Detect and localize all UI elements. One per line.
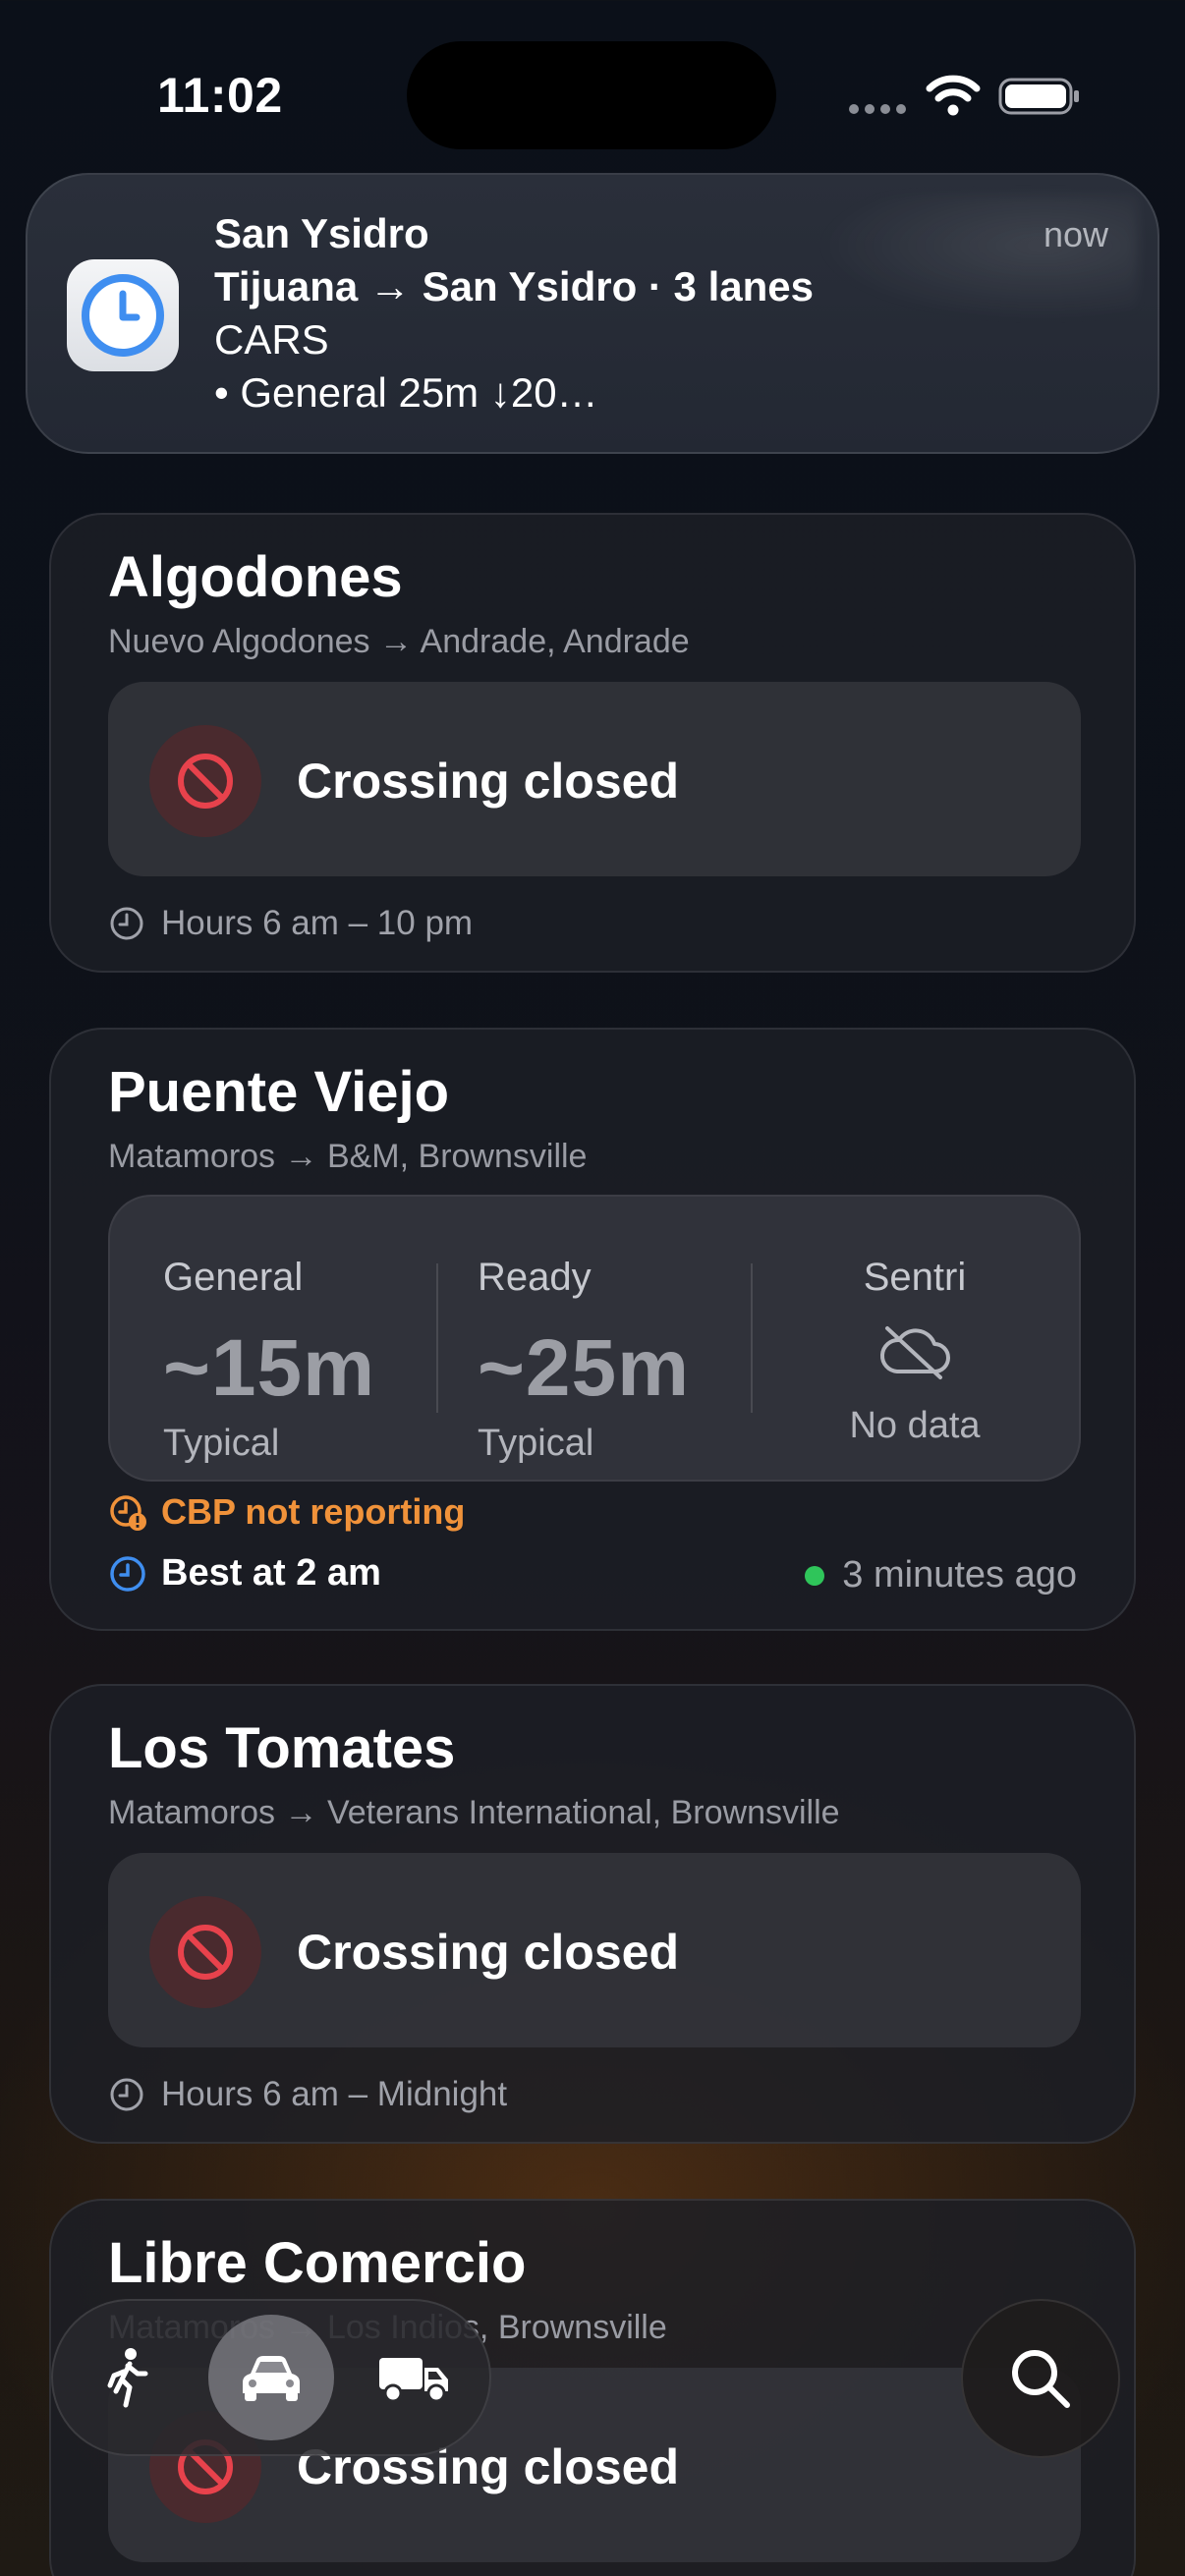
crossing-card-los-tomates[interactable]: Los Tomates Matamoros → Veterans Interna…: [49, 1684, 1136, 2144]
cbp-warning-text: CBP not reporting: [161, 1491, 466, 1532]
live-indicator-dot: [805, 1565, 825, 1586]
live-activity-notification[interactable]: San Ysidro Tijuana → San Ysidro · 3 lane…: [26, 173, 1159, 454]
search-button[interactable]: [961, 2299, 1120, 2458]
cloud-off-icon: [880, 1326, 950, 1379]
best-time-text: Best at 2 am: [161, 1552, 381, 1594]
status-time: 11:02: [157, 68, 283, 123]
closed-status-box: Crossing closed: [108, 1853, 1081, 2047]
hours-text: Hours 6 am – 10 pm: [161, 904, 474, 942]
travel-mode-selector: [51, 2299, 491, 2456]
sentri-lane-stat: Sentri No data: [755, 1197, 1075, 1480]
crossing-card-algodones[interactable]: Algodones Nuevo Algodones → Andrade, And…: [49, 513, 1136, 973]
card-subtitle: Matamoros → Veterans International, Brow…: [108, 1794, 840, 1831]
clock-warning-icon: [110, 1495, 146, 1531]
ready-label: Ready: [478, 1256, 592, 1299]
battery-icon: [998, 78, 1079, 115]
card-title: Puente Viejo: [108, 1060, 450, 1124]
truck-icon: [379, 2358, 448, 2403]
notification-time: now: [1043, 214, 1108, 254]
search-icon: [1012, 2350, 1070, 2408]
wifi-icon: [926, 75, 981, 116]
hours-row: Hours 6 am – 10 pm: [108, 904, 473, 943]
last-updated-text: 3 minutes ago: [842, 1554, 1077, 1596]
clock-outline-icon: [110, 907, 143, 940]
ready-lane-stat: Ready ~25m Typical: [478, 1197, 753, 1480]
app-icon: [67, 259, 179, 371]
stat-divider: [436, 1263, 438, 1413]
general-label: General: [163, 1256, 304, 1299]
clock-icon: [82, 274, 164, 357]
pedestrian-mode-button[interactable]: [65, 2315, 191, 2440]
best-time-row: Best at 2 am: [108, 1552, 381, 1595]
crossing-card-puente-viejo[interactable]: Puente Viejo Matamoros → B&M, Brownsvill…: [49, 1028, 1136, 1631]
closed-status-text: Crossing closed: [297, 1925, 679, 1980]
dynamic-island: [407, 41, 776, 149]
general-value: ~15m: [163, 1323, 376, 1413]
cbp-warning-row: CBP not reporting: [108, 1491, 465, 1533]
hours-row: Hours 6 am – Midnight: [108, 2075, 507, 2114]
notification-category: CARS: [214, 316, 329, 363]
closed-status-box: Crossing closed: [108, 682, 1081, 876]
pedestrian-icon: [107, 2348, 148, 2408]
sentri-caption: No data: [849, 1405, 981, 1446]
card-subtitle: Matamoros → B&M, Brownsville: [108, 1138, 588, 1175]
closed-status-text: Crossing closed: [297, 754, 679, 809]
stat-divider: [751, 1263, 753, 1413]
card-title: Libre Comercio: [108, 2231, 527, 2295]
car-icon: [243, 2356, 300, 2401]
clock-outline-icon: [110, 1555, 145, 1592]
general-caption: Typical: [163, 1423, 280, 1464]
hours-text: Hours 6 am – Midnight: [161, 2075, 508, 2113]
closed-icon: [149, 725, 261, 837]
general-lane-stat: General ~15m Typical: [163, 1197, 438, 1480]
notification-route: Tijuana → San Ysidro · 3 lanes: [214, 263, 814, 309]
notification-title: San Ysidro: [214, 210, 429, 256]
card-title: Algodones: [108, 545, 403, 609]
last-updated: 3 minutes ago: [805, 1554, 1077, 1596]
card-title: Los Tomates: [108, 1716, 456, 1780]
closed-icon: [149, 1896, 261, 2008]
card-subtitle: Nuevo Algodones → Andrade, Andrade: [108, 623, 690, 660]
sentri-label: Sentri: [863, 1256, 967, 1299]
ready-value: ~25m: [478, 1323, 691, 1413]
wait-stats-box: General ~15m Typical Ready ~25m Typical …: [108, 1195, 1081, 1482]
clock-outline-icon: [110, 2078, 143, 2111]
cellular-signal-icon: [849, 104, 906, 114]
truck-mode-button[interactable]: [352, 2315, 478, 2440]
ready-caption: Typical: [478, 1423, 594, 1464]
car-mode-button[interactable]: [208, 2315, 334, 2440]
notification-wait: • General 25m ↓20…: [214, 369, 598, 416]
